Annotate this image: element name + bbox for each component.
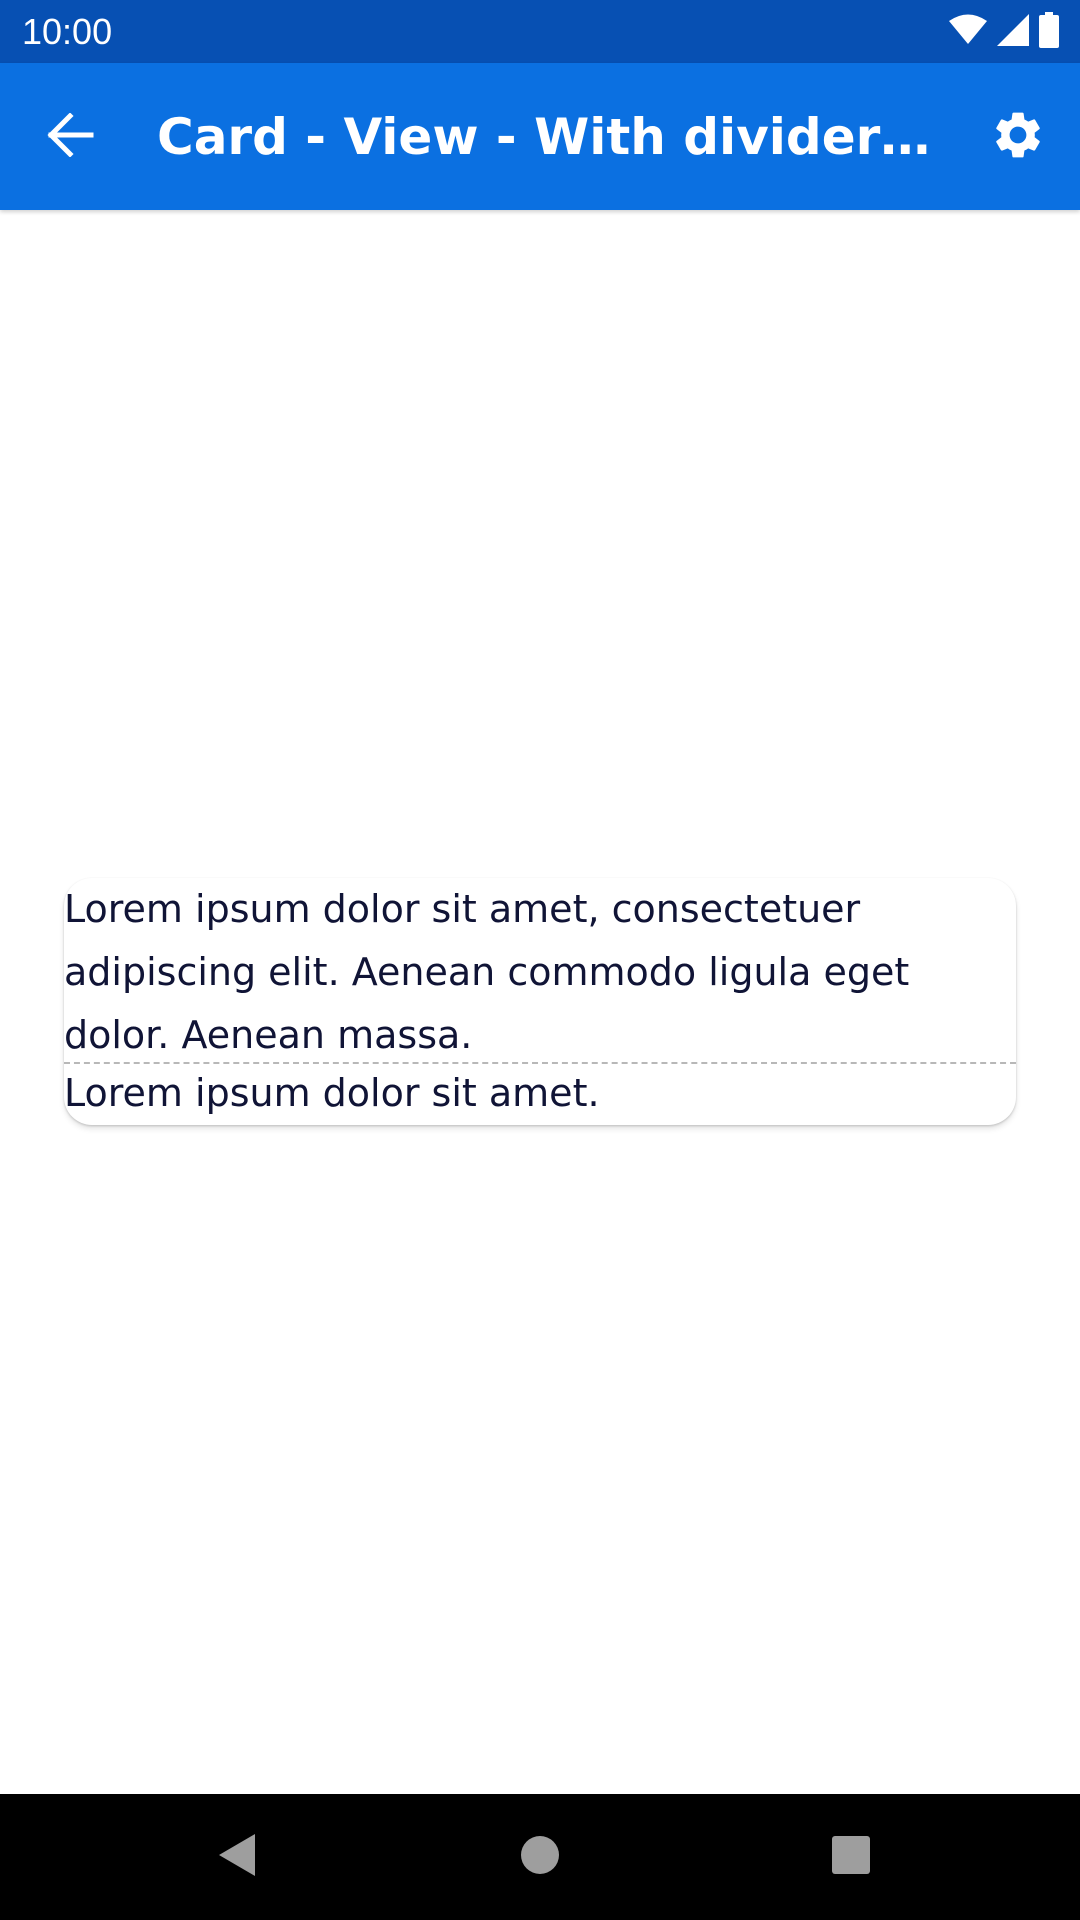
app-bar: Card - View - With divider with… (0, 63, 1080, 210)
status-bar: 10:00 (0, 0, 1080, 63)
arrow-back-icon (46, 112, 94, 161)
status-icons (948, 12, 1060, 52)
nav-home-circle-icon (520, 1835, 560, 1879)
card-footer-text: Lorem ipsum dolor sit amet. (64, 1071, 600, 1115)
nav-home-button[interactable] (507, 1824, 573, 1890)
status-time: 10:00 (22, 11, 113, 52)
gear-icon (990, 107, 1046, 167)
nav-back-button[interactable] (204, 1824, 270, 1890)
nav-recents-square-icon (831, 1835, 871, 1879)
nav-back-triangle-icon (217, 1832, 257, 1882)
nav-recents-button[interactable] (818, 1824, 884, 1890)
wifi-icon (948, 14, 988, 50)
back-button[interactable] (36, 103, 104, 171)
page-title: Card - View - With divider with… (157, 108, 937, 166)
card-body-text: Lorem ipsum dolor sit amet, consectetuer… (64, 887, 910, 1057)
screen: 10:00 Card - View - With divider Lorem i… (0, 0, 1080, 1920)
card: Lorem ipsum dolor sit amet, consectetuer… (64, 878, 1016, 1125)
system-nav-bar (0, 1794, 1080, 1920)
settings-button[interactable] (984, 103, 1052, 171)
card-divider (64, 1062, 1016, 1064)
battery-icon (1038, 12, 1060, 52)
cellular-signal-icon (996, 13, 1030, 51)
